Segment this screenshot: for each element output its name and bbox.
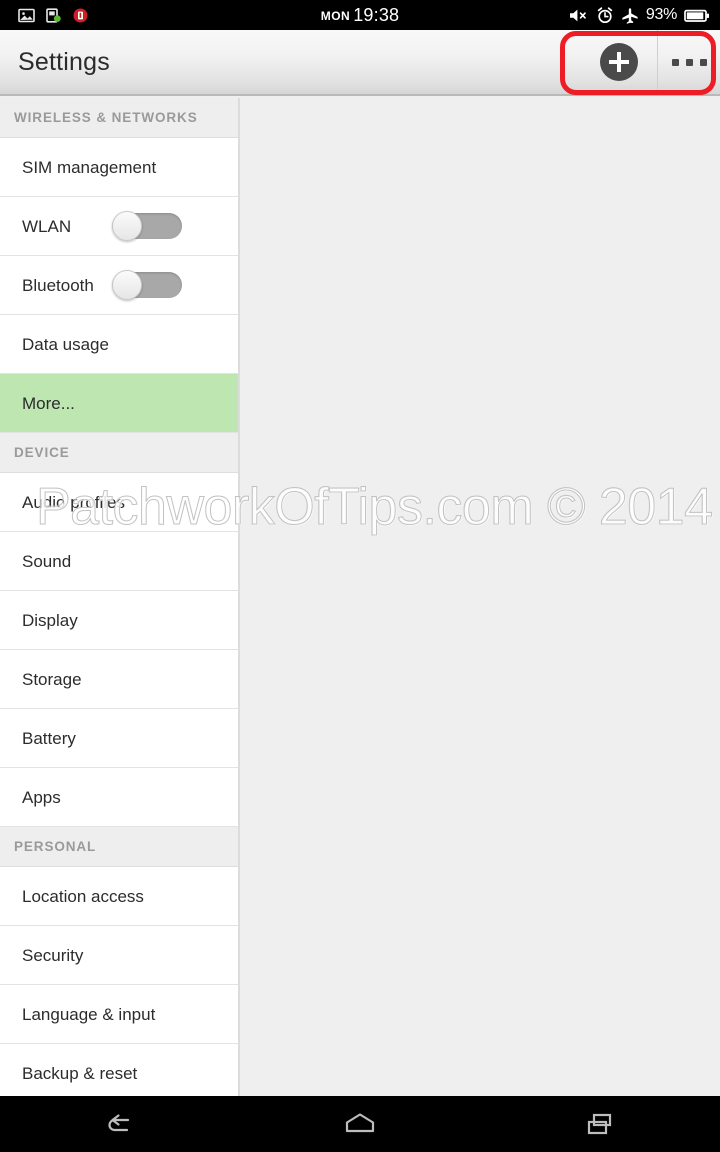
overflow-menu-button[interactable] xyxy=(658,30,720,94)
sidebar-item-label: Language & input xyxy=(22,1004,156,1024)
screenshot-icon xyxy=(18,8,35,22)
status-bar-time: 19:38 xyxy=(353,4,400,25)
settings-sidebar: WIRELESS & NETWORKS SIM management WLAN Blu… xyxy=(0,98,240,1096)
sidebar-item-more[interactable]: More... xyxy=(0,374,238,433)
add-button[interactable] xyxy=(580,30,658,94)
toggle-knob xyxy=(112,270,142,300)
app-notification-icon xyxy=(73,8,88,22)
more-options-icon xyxy=(671,58,707,66)
alarm-icon xyxy=(597,6,613,23)
sidebar-item-label: Security xyxy=(22,945,84,965)
status-bar-right-icons: 93% xyxy=(569,0,710,30)
mute-icon xyxy=(569,9,586,21)
recent-apps-button[interactable] xyxy=(480,1096,720,1152)
content-area: WIRELESS & NETWORKS SIM management WLAN Blu… xyxy=(0,98,720,1096)
sidebar-item-wlan[interactable]: WLAN xyxy=(0,197,238,256)
status-bar-left-icons xyxy=(0,7,89,24)
recent-apps-icon xyxy=(587,1113,612,1135)
battery-icon xyxy=(684,9,709,22)
sidebar-item-label: Display xyxy=(22,610,78,630)
add-icon xyxy=(599,43,638,81)
sidebar-item-apps[interactable]: Apps xyxy=(0,768,238,827)
toggle-switch-bluetooth[interactable] xyxy=(112,270,182,300)
back-button[interactable] xyxy=(0,1096,240,1152)
sidebar-item-battery[interactable]: Battery xyxy=(0,709,238,768)
back-icon xyxy=(108,1114,130,1132)
action-bar: Settings xyxy=(0,30,720,96)
sidebar-item-label: Battery xyxy=(22,728,76,748)
sidebar-item-label: SIM management xyxy=(22,157,157,177)
sidebar-item-security[interactable]: Security xyxy=(0,926,238,985)
sidebar-section-header: PERSONAL xyxy=(0,827,238,867)
android-settings-screen: MON 19:38 93% Settings WIRELESS & NETWOR… xyxy=(0,0,720,1152)
sidebar-item-label: More... xyxy=(22,393,75,413)
sidebar-item-bluetooth[interactable]: Bluetooth xyxy=(0,256,238,315)
sidebar-item-data-usage[interactable]: Data usage xyxy=(0,315,238,374)
home-button[interactable] xyxy=(240,1096,480,1152)
battery-percent: 93% xyxy=(645,6,677,23)
system-navigation-bar xyxy=(0,1096,720,1152)
sidebar-item-label: Apps xyxy=(22,787,61,807)
sidebar-item-audio-profiles[interactable]: Audio profiles xyxy=(0,473,238,532)
sidebar-item-display[interactable]: Display xyxy=(0,591,238,650)
toggle-switch-wlan[interactable] xyxy=(112,211,182,241)
sidebar-item-location-access[interactable]: Location access xyxy=(0,867,238,926)
sidebar-section-header: DEVICE xyxy=(0,433,238,473)
sidebar-item-label: Location access xyxy=(22,886,144,906)
airplane-mode-icon xyxy=(622,7,638,24)
sidebar-item-label: Sound xyxy=(22,551,72,571)
sidebar-item-backup-reset[interactable]: Backup & reset xyxy=(0,1044,238,1096)
sidebar-item-sim-management[interactable]: SIM management xyxy=(0,138,238,197)
sidebar-item-label: Bluetooth xyxy=(22,275,94,295)
status-bar-day: MON xyxy=(320,8,351,23)
status-bar: MON 19:38 93% xyxy=(0,0,720,30)
action-bar-buttons xyxy=(580,30,720,94)
sidebar-item-label: Data usage xyxy=(22,334,109,354)
sidebar-item-language-input[interactable]: Language & input xyxy=(0,985,238,1044)
page-title: Settings xyxy=(18,47,110,76)
sidebar-item-label: Backup & reset xyxy=(22,1063,138,1083)
sidebar-item-label: Storage xyxy=(22,669,82,689)
sidebar-item-sound[interactable]: Sound xyxy=(0,532,238,591)
home-icon xyxy=(345,1113,375,1133)
sidebar-item-label: Audio profiles xyxy=(22,492,126,512)
toggle-knob xyxy=(112,211,142,241)
sim-contact-icon xyxy=(46,7,61,23)
sidebar-item-label: WLAN xyxy=(22,216,72,236)
sidebar-section-header: WIRELESS & NETWORKS xyxy=(0,98,238,138)
sidebar-item-storage[interactable]: Storage xyxy=(0,650,238,709)
